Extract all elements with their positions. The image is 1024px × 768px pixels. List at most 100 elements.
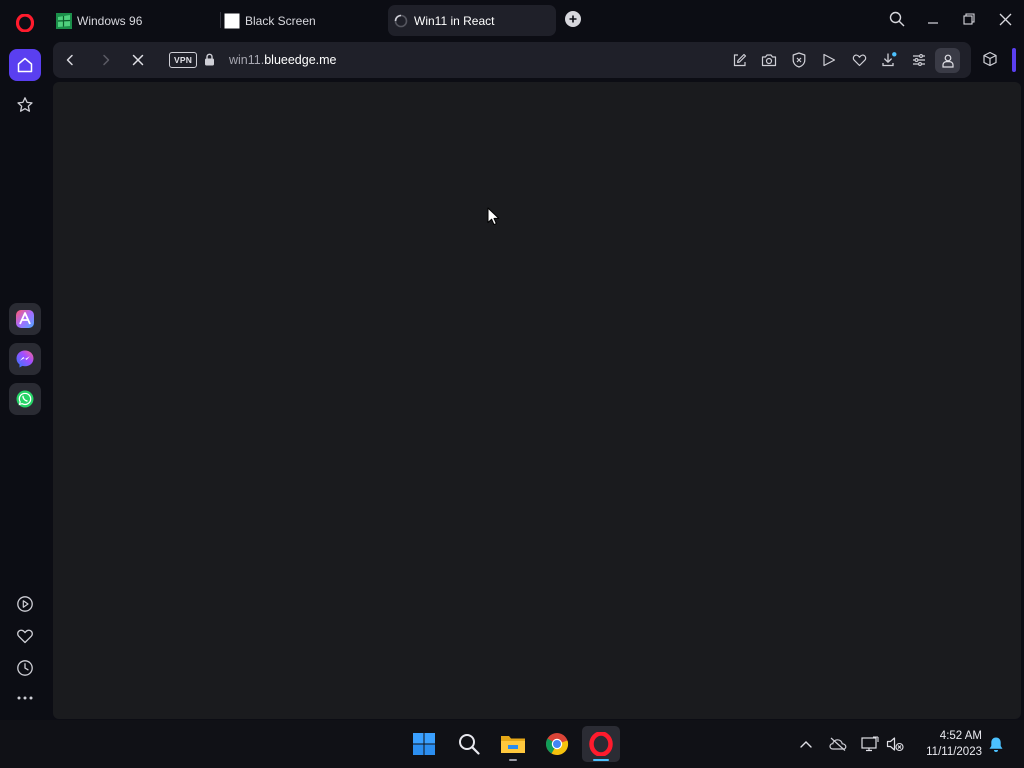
downloads-button[interactable] — [880, 51, 898, 69]
ad-blocker-button[interactable] — [790, 51, 808, 69]
running-indicator — [509, 759, 517, 761]
profile-button[interactable] — [935, 48, 960, 73]
opera-icon — [589, 732, 613, 756]
send-button[interactable] — [820, 51, 838, 69]
onedrive-tray-button[interactable] — [828, 734, 848, 754]
address-field[interactable]: win11.blueedge.me — [229, 53, 337, 67]
tab-title: Windows 96 — [77, 13, 143, 28]
sidebar — [0, 38, 50, 720]
minimize-button[interactable] — [922, 9, 944, 29]
taskbar: 4:52 AM 11/11/2023 — [0, 720, 1024, 768]
download-icon — [882, 52, 897, 67]
restore-icon — [963, 13, 975, 25]
camera-icon — [761, 54, 777, 67]
messenger-icon — [16, 350, 34, 368]
windows96-favicon — [56, 12, 72, 29]
url-subdomain: win11. — [229, 53, 265, 67]
back-button[interactable] — [61, 51, 79, 69]
taskbar-search-button[interactable] — [450, 726, 488, 762]
mouse-cursor-icon — [487, 207, 500, 231]
sidebar-item-bookmarks[interactable] — [9, 89, 41, 121]
network-tray-button[interactable] — [860, 734, 880, 754]
sidebar-item-my-flow[interactable] — [9, 620, 41, 652]
forward-button[interactable] — [97, 51, 115, 69]
bell-icon — [989, 737, 1003, 752]
tab-search-button[interactable] — [886, 9, 908, 29]
send-icon — [823, 53, 836, 67]
white-square-favicon — [224, 13, 240, 29]
volume-muted-icon — [886, 737, 904, 752]
history-icon — [17, 660, 33, 676]
tab-bar: Windows 96 Black Screen Win11 in React — [0, 0, 1024, 38]
lock-icon[interactable] — [204, 53, 215, 71]
close-button[interactable] — [994, 9, 1016, 29]
search-icon — [889, 11, 905, 27]
taskbar-opera[interactable] — [582, 726, 620, 762]
minimize-icon — [928, 22, 938, 24]
snapshot-edit-button[interactable] — [730, 51, 748, 69]
whatsapp-icon — [16, 390, 34, 408]
taskbar-chrome[interactable] — [538, 726, 576, 762]
more-icon — [17, 696, 33, 700]
chevron-right-icon — [103, 54, 110, 66]
tab-title: Black Screen — [245, 13, 316, 28]
plus-icon — [569, 15, 577, 23]
my-flow-button[interactable] — [850, 51, 868, 69]
tab-title: Win11 in React — [414, 13, 495, 28]
easy-setup-button[interactable] — [910, 51, 928, 69]
opera-logo-icon — [16, 14, 34, 32]
sidebar-item-history[interactable] — [9, 652, 41, 684]
close-icon — [999, 13, 1011, 25]
show-hidden-icons-button[interactable] — [796, 734, 816, 754]
new-tab-button[interactable] — [565, 11, 581, 27]
sidebar-item-home[interactable] — [9, 49, 41, 81]
sidebar-item-player[interactable] — [9, 588, 41, 620]
extensions-button[interactable] — [982, 51, 1000, 69]
clock-date: 11/11/2023 — [926, 746, 982, 758]
settings-sliders-icon — [913, 54, 925, 66]
system-clock[interactable]: 4:52 AM 11/11/2023 — [912, 728, 982, 760]
chevron-left-icon — [66, 54, 73, 66]
cube-icon — [983, 51, 997, 67]
snapshot-button[interactable] — [760, 51, 778, 69]
opera-menu-button[interactable] — [12, 10, 38, 36]
user-icon — [941, 54, 954, 68]
tab-win11-in-react[interactable]: Win11 in React — [388, 5, 556, 36]
taskbar-file-explorer[interactable] — [494, 726, 532, 762]
shield-icon — [792, 52, 806, 68]
tab-black-screen[interactable]: Black Screen — [224, 5, 384, 36]
home-icon — [17, 57, 33, 73]
heart-icon — [852, 54, 866, 67]
page-content[interactable] — [53, 82, 1021, 719]
sidebar-item-whatsapp[interactable] — [9, 383, 41, 415]
url-domain: blueedge.me — [264, 53, 337, 67]
bookmarks-icon — [17, 97, 33, 112]
sidebar-accent-indicator — [1012, 48, 1016, 72]
active-indicator — [593, 759, 609, 761]
sidebar-item-more[interactable] — [9, 682, 41, 714]
search-icon — [459, 734, 480, 755]
start-icon — [413, 733, 435, 755]
tab-divider — [220, 12, 221, 28]
notifications-button[interactable] — [986, 734, 1006, 754]
tab-windows-96[interactable]: Windows 96 — [56, 5, 216, 36]
aria-icon — [16, 310, 34, 328]
edit-icon — [733, 53, 746, 66]
stop-loading-button[interactable] — [129, 51, 147, 69]
clock-time: 4:52 AM — [939, 730, 982, 742]
file-explorer-icon — [501, 736, 525, 753]
player-icon — [17, 596, 33, 612]
chevron-up-icon — [800, 741, 812, 748]
start-button[interactable] — [405, 726, 443, 762]
loading-spinner-icon — [393, 13, 409, 29]
restore-button[interactable] — [958, 9, 980, 29]
volume-tray-button[interactable] — [885, 734, 905, 754]
chrome-icon — [546, 733, 569, 756]
cloud-off-icon — [829, 737, 847, 751]
sidebar-item-aria[interactable] — [9, 303, 41, 335]
vpn-badge[interactable]: VPN — [169, 52, 197, 68]
my-flow-icon — [17, 629, 33, 644]
sidebar-item-messenger[interactable] — [9, 343, 41, 375]
close-icon — [132, 54, 144, 66]
address-toolbar: VPN win11.blueedge.me — [53, 42, 971, 78]
